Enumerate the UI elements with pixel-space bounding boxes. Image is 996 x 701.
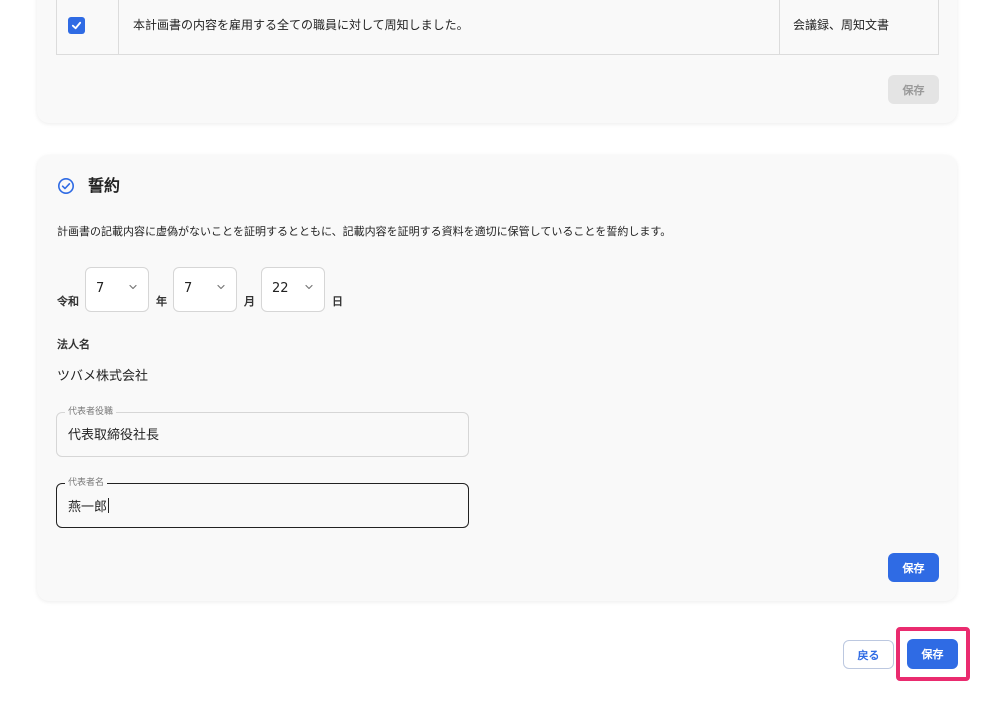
pledge-description: 計画書の記載内容に虚偽がないことを証明するとともに、記載内容を証明する資料を適切… <box>57 225 672 238</box>
representative-name-input[interactable]: 燕一郎 <box>68 498 110 517</box>
day-value: 22 <box>272 281 289 296</box>
representative-name-field[interactable]: 代表者名 燕一郎 <box>56 477 469 528</box>
year-value: 7 <box>96 281 105 296</box>
month-unit: 月 <box>244 295 255 308</box>
check-circle-icon <box>58 178 74 194</box>
representative-title-value: 代表取締役社長 <box>68 428 160 443</box>
representative-name-value: 燕一郎 <box>68 500 108 515</box>
table-row-documents: 会議録、周知文書 <box>793 18 890 32</box>
table-save-button[interactable]: 保存 <box>888 75 939 104</box>
day-select[interactable]: 22 <box>261 267 325 312</box>
year-select[interactable]: 7 <box>85 267 149 312</box>
corporation-name: ツバメ株式会社 <box>57 369 149 384</box>
pledge-card <box>37 155 957 601</box>
section-title: 誓約 <box>88 176 121 195</box>
era-label: 令和 <box>57 295 79 308</box>
text-cursor <box>108 498 110 513</box>
table-column-divider <box>779 0 780 54</box>
month-select[interactable]: 7 <box>173 267 237 312</box>
year-unit: 年 <box>156 295 167 308</box>
row-checkbox[interactable] <box>68 17 85 34</box>
chevron-down-icon <box>129 284 137 290</box>
table-checkbox-cell <box>57 0 119 54</box>
checkmark-icon <box>71 21 82 30</box>
day-unit: 日 <box>332 295 343 308</box>
corporation-label: 法人名 <box>57 338 90 351</box>
month-value: 7 <box>184 281 193 296</box>
chevron-down-icon <box>305 284 313 290</box>
table-row-text: 本計画書の内容を雇用する全ての職員に対して周知しました。 <box>133 18 469 32</box>
representative-name-label: 代表者名 <box>65 477 108 489</box>
representative-title-field[interactable]: 代表者役職 代表取締役社長 <box>56 406 469 457</box>
representative-title-label: 代表者役職 <box>65 406 117 418</box>
pledge-save-button[interactable]: 保存 <box>888 553 939 582</box>
final-save-button[interactable]: 保存 <box>907 639 958 669</box>
back-button[interactable]: 戻る <box>843 640 894 669</box>
chevron-down-icon <box>217 284 225 290</box>
